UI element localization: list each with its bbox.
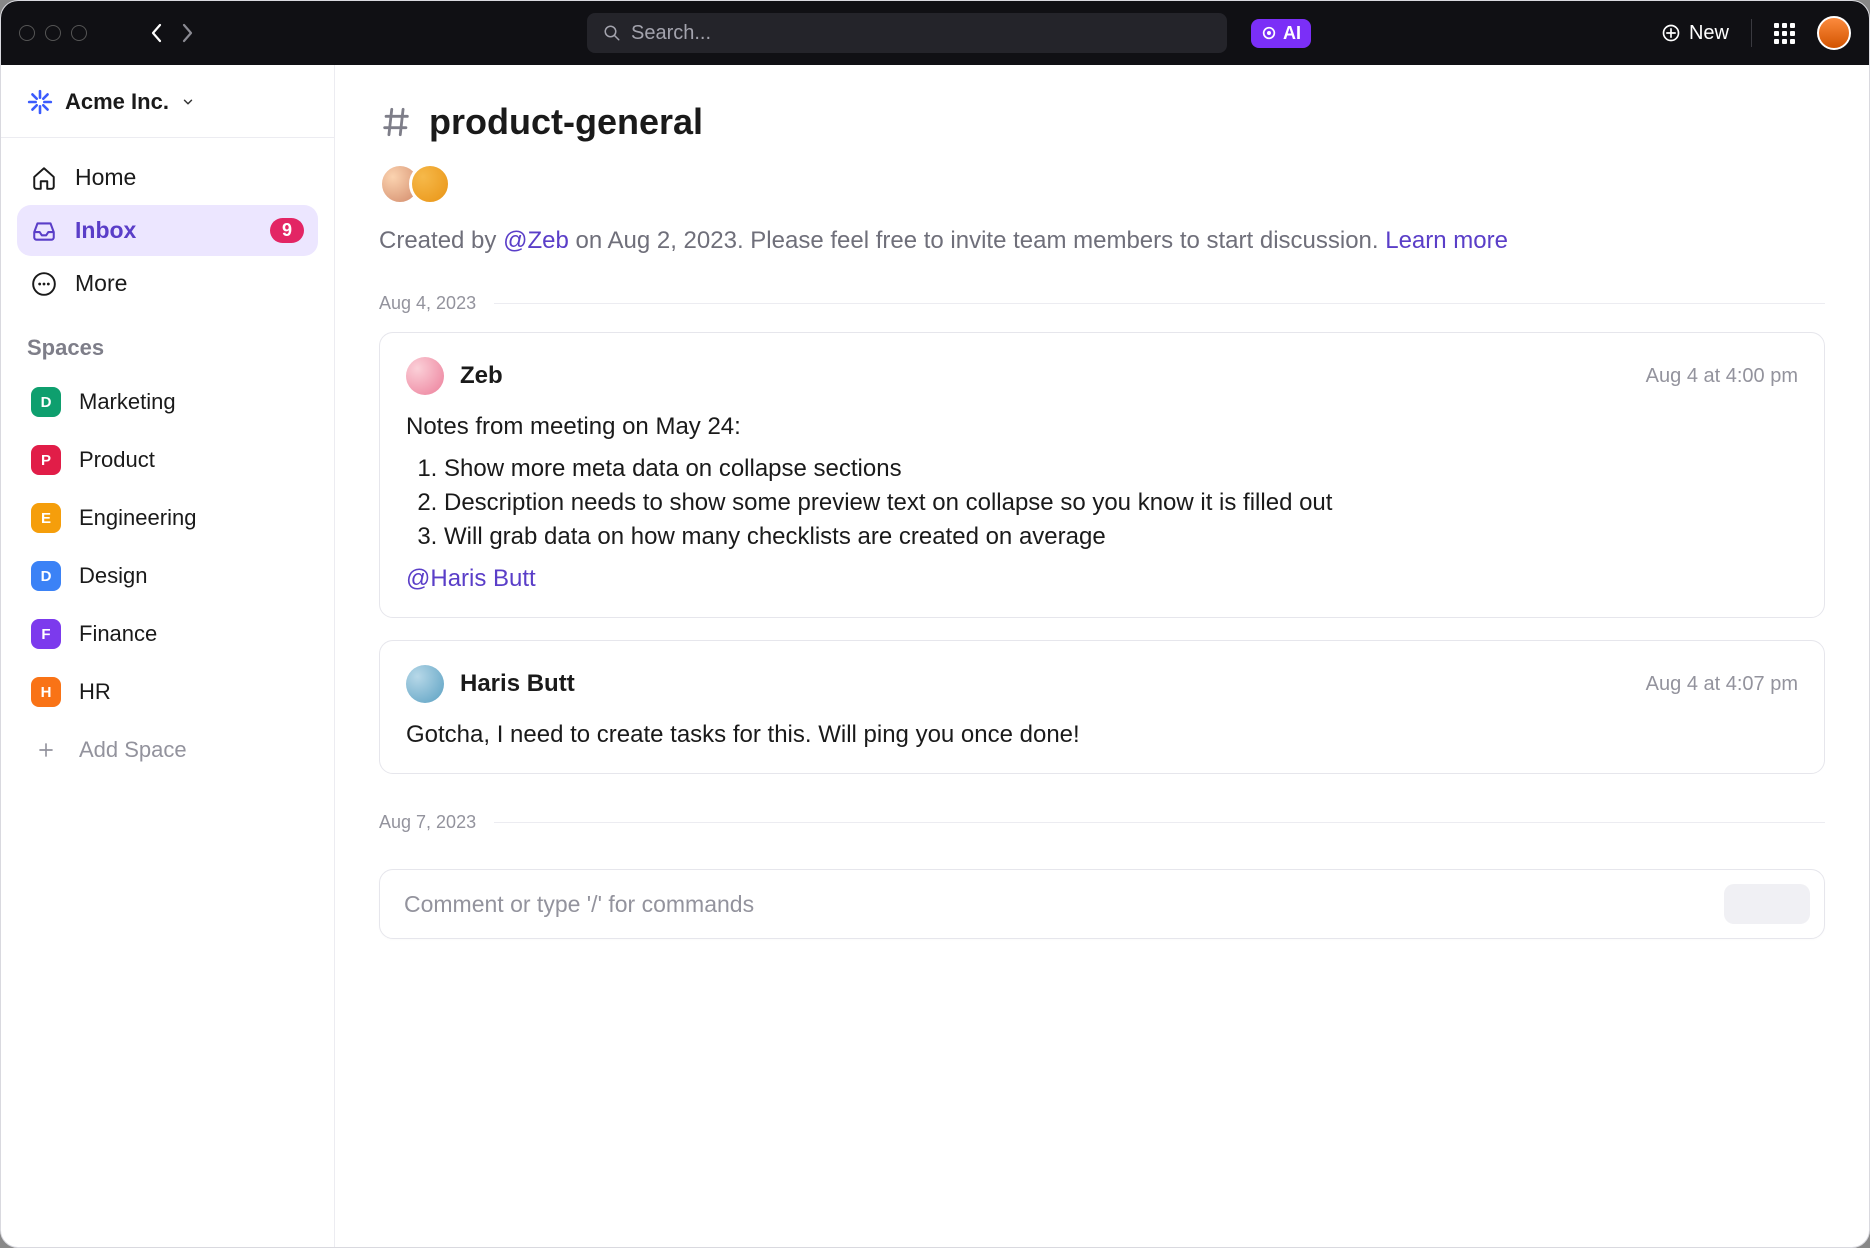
- forward-button[interactable]: [181, 23, 193, 43]
- spaces-section-label: Spaces: [1, 327, 334, 369]
- sidebar-item-label: Home: [75, 164, 136, 191]
- add-space-label: Add Space: [79, 737, 187, 763]
- space-item[interactable]: D Marketing: [17, 375, 318, 429]
- add-space-button[interactable]: Add Space: [17, 723, 318, 777]
- more-icon: [31, 271, 57, 297]
- main-content: product-general Created by @Zeb on Aug 2…: [335, 65, 1869, 1247]
- space-badge: P: [31, 445, 61, 475]
- space-badge: F: [31, 619, 61, 649]
- learn-more-link[interactable]: Learn more: [1385, 227, 1508, 254]
- divider: [1751, 19, 1752, 47]
- message-body: Gotcha, I need to create tasks for this.…: [406, 721, 1798, 749]
- ai-button[interactable]: AI: [1251, 19, 1311, 48]
- plus-icon: [31, 735, 61, 765]
- channel-members[interactable]: [379, 163, 1825, 205]
- search-icon: [603, 24, 621, 42]
- titlebar: Search... AI New: [1, 1, 1869, 65]
- message-list: Show more meta data on collapse sections…: [444, 455, 1798, 551]
- ai-icon: [1261, 25, 1277, 41]
- inbox-badge: 9: [270, 218, 304, 243]
- user-mention[interactable]: @Zeb: [503, 227, 569, 254]
- channel-header: product-general: [379, 101, 1825, 143]
- message-author: Haris Butt: [460, 670, 575, 698]
- message-time: Aug 4 at 4:00 pm: [1646, 365, 1798, 388]
- space-item[interactable]: E Engineering: [17, 491, 318, 545]
- space-badge: H: [31, 677, 61, 707]
- channel-name: product-general: [429, 101, 703, 143]
- sidebar: Acme Inc. Home Inbox 9 More: [1, 65, 335, 1247]
- search-placeholder: Search...: [631, 22, 711, 45]
- nav-arrows: [151, 23, 193, 43]
- space-label: Finance: [79, 621, 157, 647]
- channel-description: Created by @Zeb on Aug 2, 2023. Please f…: [379, 227, 1825, 255]
- space-label: Product: [79, 447, 155, 473]
- global-search-input[interactable]: Search...: [587, 13, 1227, 53]
- minimize-window-icon[interactable]: [45, 25, 61, 41]
- space-item[interactable]: H HR: [17, 665, 318, 719]
- space-label: Design: [79, 563, 147, 589]
- sidebar-item-inbox[interactable]: Inbox 9: [17, 205, 318, 256]
- space-item[interactable]: P Product: [17, 433, 318, 487]
- app-window: Search... AI New Acme Inc.: [0, 0, 1870, 1248]
- space-badge: E: [31, 503, 61, 533]
- space-badge: D: [31, 561, 61, 591]
- sidebar-item-more[interactable]: More: [17, 258, 318, 309]
- workspace-switcher[interactable]: Acme Inc.: [1, 65, 334, 137]
- message-avatar: [406, 665, 444, 703]
- message-body: Notes from meeting on May 24:: [406, 413, 1798, 441]
- workspace-logo-icon: [27, 89, 53, 115]
- comment-composer[interactable]: [379, 869, 1825, 939]
- user-avatar[interactable]: [1817, 16, 1851, 50]
- sidebar-item-home[interactable]: Home: [17, 152, 318, 203]
- message-avatar: [406, 357, 444, 395]
- hash-icon: [379, 105, 413, 139]
- plus-circle-icon: [1661, 23, 1681, 43]
- date-separator: Aug 4, 2023: [379, 293, 1825, 314]
- space-item[interactable]: F Finance: [17, 607, 318, 661]
- home-icon: [31, 165, 57, 191]
- message-card: Haris Butt Aug 4 at 4:07 pm Gotcha, I ne…: [379, 640, 1825, 774]
- workspace-name: Acme Inc.: [65, 89, 169, 115]
- message-author: Zeb: [460, 362, 503, 390]
- space-item[interactable]: D Design: [17, 549, 318, 603]
- close-window-icon[interactable]: [19, 25, 35, 41]
- window-controls: [19, 25, 87, 41]
- space-label: Marketing: [79, 389, 176, 415]
- maximize-window-icon[interactable]: [71, 25, 87, 41]
- user-mention[interactable]: @Haris Butt: [406, 565, 1798, 593]
- space-label: HR: [79, 679, 111, 705]
- member-avatar: [409, 163, 451, 205]
- new-button[interactable]: New: [1661, 22, 1729, 45]
- send-button[interactable]: [1724, 884, 1810, 924]
- message-time: Aug 4 at 4:07 pm: [1646, 673, 1798, 696]
- spaces-list: D Marketing P Product E Engineering D Design…: [1, 369, 334, 783]
- space-label: Engineering: [79, 505, 196, 531]
- back-button[interactable]: [151, 23, 163, 43]
- sidebar-item-label: More: [75, 270, 127, 297]
- chevron-down-icon: [181, 95, 195, 109]
- space-badge: D: [31, 387, 61, 417]
- sidebar-item-label: Inbox: [75, 217, 136, 244]
- message-card: Zeb Aug 4 at 4:00 pm Notes from meeting …: [379, 332, 1825, 618]
- date-separator: Aug 7, 2023: [379, 812, 1825, 833]
- comment-input[interactable]: [404, 891, 1724, 918]
- inbox-icon: [31, 218, 57, 244]
- app-grid-icon[interactable]: [1774, 23, 1795, 44]
